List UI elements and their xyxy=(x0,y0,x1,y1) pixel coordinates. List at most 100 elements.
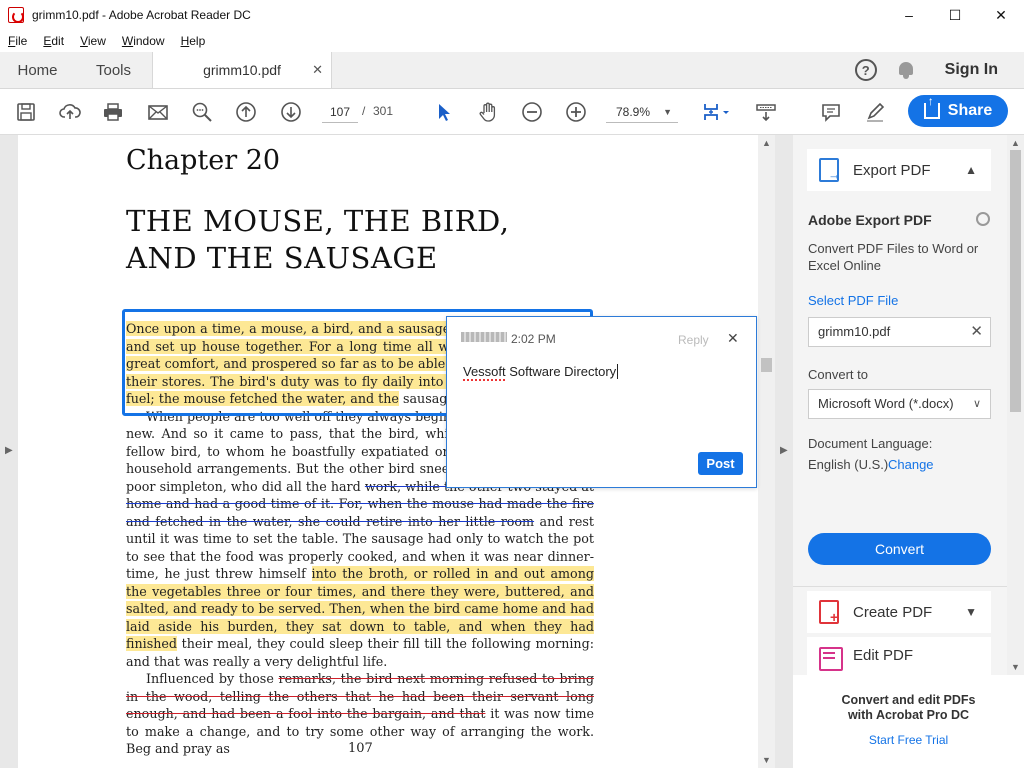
edit-pdf-icon xyxy=(819,647,843,671)
export-pdf-icon xyxy=(819,158,841,182)
chevron-right-icon: ▶ xyxy=(780,445,788,456)
document-language-label: Document Language: xyxy=(808,436,933,451)
story-title-line1: THE MOUSE, THE BIRD, xyxy=(126,204,510,238)
sign-in-link[interactable]: Sign In xyxy=(945,61,998,79)
pen-icon[interactable] xyxy=(863,100,887,124)
change-language-link[interactable]: Change xyxy=(888,457,934,472)
export-pdf-description: Convert PDF Files to Word or Excel Onlin… xyxy=(808,241,979,273)
chevron-up-icon: ▲ xyxy=(965,163,977,177)
scrollbar-thumb[interactable] xyxy=(1010,150,1021,412)
upload-icon[interactable] xyxy=(58,100,82,124)
story-title: THE MOUSE, THE BIRD, AND THE SAUSAGE xyxy=(126,203,509,277)
fit-page-icon[interactable] xyxy=(700,100,734,124)
close-tab-icon[interactable]: ✕ xyxy=(312,62,323,78)
zoom-in-icon[interactable] xyxy=(564,100,588,124)
export-pdf-title: Adobe Export PDF xyxy=(808,212,932,228)
selected-file-field[interactable]: grimm10.pdf ✕ xyxy=(808,317,991,347)
scrollbar-thumb[interactable] xyxy=(761,358,772,372)
reply-button[interactable]: Reply xyxy=(678,333,709,347)
save-icon[interactable] xyxy=(14,100,38,124)
left-panel-toggle[interactable]: ▶ xyxy=(0,135,18,768)
print-icon[interactable] xyxy=(101,100,125,124)
share-label: Share xyxy=(947,102,993,119)
select-arrow-icon[interactable] xyxy=(432,100,456,124)
menu-file[interactable]: File xyxy=(0,34,35,48)
zoom-select[interactable]: 78.9% ▼ xyxy=(606,101,678,123)
menu-edit[interactable]: Edit xyxy=(35,34,72,48)
edit-pdf-tool[interactable]: Edit PDF xyxy=(807,637,991,675)
close-window-button[interactable]: ✕ xyxy=(978,0,1024,30)
tab-tools[interactable]: Tools xyxy=(75,52,152,88)
help-icon[interactable]: ? xyxy=(854,59,877,81)
page-separator: / xyxy=(362,104,366,118)
page-total: 301 xyxy=(373,104,394,118)
promo-text: Convert and edit PDFs with Acrobat Pro D… xyxy=(793,693,1024,723)
tab-document[interactable]: grimm10.pdf ✕ xyxy=(152,52,332,88)
zoom-value: 78.9% xyxy=(616,105,651,119)
menu-bar: File Edit View Window Help xyxy=(0,30,1024,52)
document-scrollbar[interactable]: ▲ ▼ xyxy=(758,135,775,768)
scroll-up-icon[interactable]: ▲ xyxy=(762,138,771,148)
upgrade-promo: Convert and edit PDFs with Acrobat Pro D… xyxy=(793,675,1024,768)
chevron-down-icon: ∨ xyxy=(972,398,981,410)
create-pdf-label: Create PDF xyxy=(853,603,933,621)
select-pdf-file-link[interactable]: Select PDF File xyxy=(808,293,898,308)
text-run: their meal, they could sleep their fill … xyxy=(126,636,594,669)
export-pdf-header[interactable]: Export PDF ▲ xyxy=(807,149,991,191)
comment-author xyxy=(461,332,507,342)
page-number-input[interactable]: 107 xyxy=(322,101,358,123)
comment-time: 2:02 PM xyxy=(511,332,556,346)
zoom-search-icon[interactable] xyxy=(190,100,214,124)
post-button[interactable]: Post xyxy=(698,452,743,475)
close-icon[interactable]: ✕ xyxy=(727,330,739,347)
share-button[interactable]: Share xyxy=(908,94,1008,127)
chevron-right-icon: ▶ xyxy=(5,445,13,456)
menu-view[interactable]: View xyxy=(72,34,114,48)
toolbar: 107 / 301 78.9% ▼ xyxy=(0,89,1024,135)
scroll-up-icon[interactable]: ▲ xyxy=(1011,138,1020,148)
create-pdf-tool[interactable]: Create PDF ▼ xyxy=(807,591,991,633)
pane-scrollbar[interactable]: ▲ ▼ xyxy=(1007,135,1024,675)
scroll-mode-icon[interactable] xyxy=(754,100,778,124)
maximize-button[interactable]: ☐ xyxy=(932,0,978,30)
pane-divider xyxy=(793,586,1007,587)
page-footer-number: 107 xyxy=(348,741,373,756)
menu-window[interactable]: Window xyxy=(114,34,173,48)
settings-icon[interactable] xyxy=(976,212,990,226)
menu-help[interactable]: Help xyxy=(173,34,214,48)
tab-home[interactable]: Home xyxy=(0,52,75,88)
promo-line1: Convert and edit PDFs xyxy=(841,693,976,707)
right-pane-toggle[interactable]: ▶ xyxy=(775,135,793,768)
share-icon xyxy=(923,94,940,119)
comment-icon[interactable] xyxy=(819,100,843,124)
mail-icon[interactable] xyxy=(146,100,170,124)
page-down-icon[interactable] xyxy=(279,100,303,124)
chevron-down-icon: ▼ xyxy=(663,107,672,117)
page-up-icon[interactable] xyxy=(234,100,258,124)
comment-text-input[interactable]: Vessoft Software Directory xyxy=(463,364,619,381)
chevron-down-icon: ▼ xyxy=(965,605,977,619)
scroll-down-icon[interactable]: ▼ xyxy=(762,755,771,765)
export-pdf-label: Export PDF xyxy=(853,161,931,179)
comment-popup[interactable]: 2:02 PM Reply ✕ Vessoft Software Directo… xyxy=(446,316,757,488)
clear-file-icon[interactable]: ✕ xyxy=(970,318,983,346)
format-select[interactable]: Microsoft Word (*.docx) ∨ xyxy=(808,389,991,419)
minimize-button[interactable]: – xyxy=(886,0,932,30)
start-free-trial-link[interactable]: Start Free Trial xyxy=(793,733,1024,747)
chapter-heading: Chapter 20 xyxy=(126,145,281,176)
convert-to-label: Convert to xyxy=(808,367,868,382)
tools-pane: Export PDF ▲ Adobe Export PDF Convert PD… xyxy=(793,135,1007,675)
zoom-out-icon[interactable] xyxy=(520,100,544,124)
format-value: Microsoft Word (*.docx) xyxy=(818,396,954,411)
edit-pdf-label: Edit PDF xyxy=(853,647,914,664)
story-title-line2: AND THE SAUSAGE xyxy=(126,241,438,275)
tab-bar: Home Tools grimm10.pdf ✕ ? Sign In xyxy=(0,52,1024,89)
selected-file-name: grimm10.pdf xyxy=(818,324,891,339)
bell-icon[interactable] xyxy=(897,61,915,79)
scroll-down-icon[interactable]: ▼ xyxy=(1011,662,1020,672)
header-right: ? Sign In xyxy=(854,52,1024,88)
document-language-value: English (U.S.) xyxy=(808,457,889,472)
convert-button[interactable]: Convert xyxy=(808,533,991,565)
hand-icon[interactable] xyxy=(476,100,500,124)
tab-document-label: grimm10.pdf xyxy=(203,62,281,78)
